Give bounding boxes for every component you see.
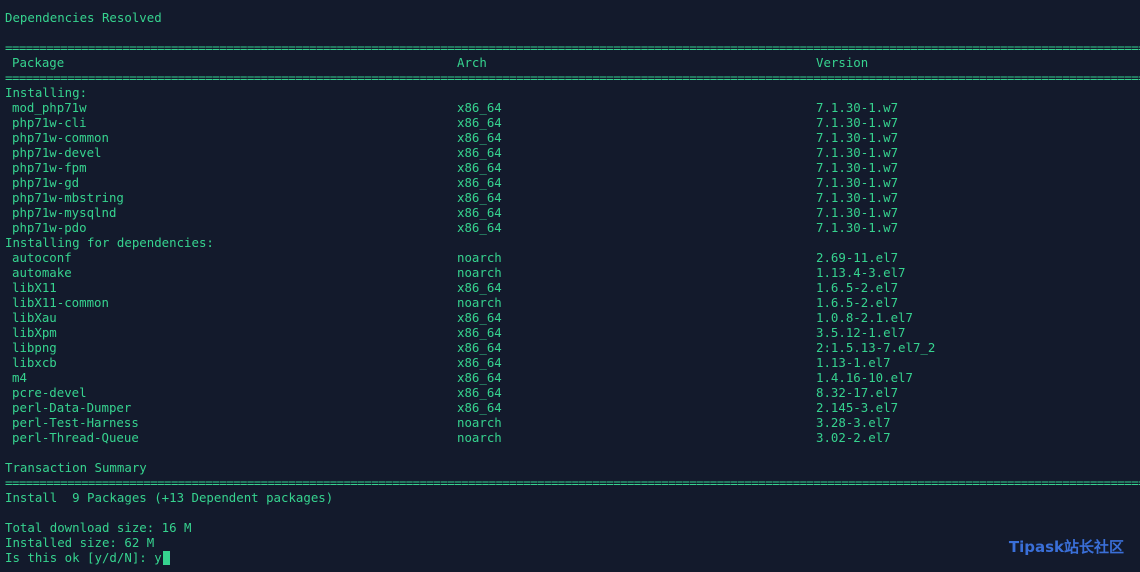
package-arch: noarch — [457, 415, 502, 430]
package-version: 8.32-17.el7 — [816, 385, 899, 400]
package-name: libpng — [12, 340, 57, 355]
package-arch: x86_64 — [457, 400, 502, 415]
package-version: 7.1.30-1.w7 — [816, 205, 899, 220]
package-arch: x86_64 — [457, 280, 502, 295]
package-name: php71w-gd — [12, 175, 80, 190]
package-version: 2:1.5.13-7.el7_2 — [816, 340, 936, 355]
package-name: perl-Data-Dumper — [12, 400, 132, 415]
package-version: 7.1.30-1.w7 — [816, 115, 899, 130]
package-arch: x86_64 — [457, 115, 502, 130]
dependencies-heading: Dependencies Resolved — [5, 10, 162, 25]
package-version: 7.1.30-1.w7 — [816, 130, 899, 145]
package-version: 2.69-11.el7 — [816, 250, 899, 265]
package-version: 7.1.30-1.w7 — [816, 160, 899, 175]
group-label: Installing for dependencies: — [5, 235, 214, 250]
package-arch: x86_64 — [457, 100, 502, 115]
package-version: 2.145-3.el7 — [816, 400, 899, 415]
package-version: 7.1.30-1.w7 — [816, 175, 899, 190]
package-version: 3.5.12-1.el7 — [816, 325, 906, 340]
package-arch: x86_64 — [457, 160, 502, 175]
package-arch: x86_64 — [457, 340, 502, 355]
package-name: php71w-common — [12, 130, 109, 145]
package-version: 3.28-3.el7 — [816, 415, 891, 430]
group-label: Installing: — [5, 85, 88, 100]
package-name: perl-Thread-Queue — [12, 430, 139, 445]
column-header-package: Package — [12, 55, 65, 70]
package-arch: x86_64 — [457, 145, 502, 160]
transaction-summary-heading: Transaction Summary — [5, 460, 147, 475]
package-version: 1.6.5-2.el7 — [816, 280, 899, 295]
package-arch: x86_64 — [457, 385, 502, 400]
rule-top: ========================================… — [5, 40, 1140, 55]
package-name: libX11-common — [12, 295, 109, 310]
package-version: 1.6.5-2.el7 — [816, 295, 899, 310]
confirm-prompt-line[interactable]: Is this ok [y/d/N]: y — [5, 550, 170, 565]
package-arch: noarch — [457, 265, 502, 280]
package-name: php71w-mbstring — [12, 190, 124, 205]
package-name: libX11 — [12, 280, 57, 295]
package-name: automake — [12, 265, 72, 280]
package-name: php71w-devel — [12, 145, 102, 160]
prompt-input[interactable]: y — [154, 550, 161, 565]
installed-size: Installed size: 62 M — [5, 535, 155, 550]
package-version: 3.02-2.el7 — [816, 430, 891, 445]
package-version: 7.1.30-1.w7 — [816, 190, 899, 205]
package-name: libXau — [12, 310, 57, 325]
package-name: m4 — [12, 370, 27, 385]
rule-summary: ========================================… — [5, 475, 1140, 490]
package-arch: x86_64 — [457, 325, 502, 340]
package-version: 1.13-1.el7 — [816, 355, 891, 370]
package-name: perl-Test-Harness — [12, 415, 139, 430]
confirm-prompt: Is this ok [y/d/N]: — [5, 550, 155, 565]
package-arch: x86_64 — [457, 175, 502, 190]
rule-header: ========================================… — [5, 70, 1140, 85]
package-arch: noarch — [457, 295, 502, 310]
package-version: 7.1.30-1.w7 — [816, 145, 899, 160]
package-name: mod_php71w — [12, 100, 87, 115]
package-name: autoconf — [12, 250, 72, 265]
package-version: 1.0.8-2.1.el7 — [816, 310, 913, 325]
package-arch: x86_64 — [457, 190, 502, 205]
package-name: php71w-cli — [12, 115, 87, 130]
package-name: php71w-fpm — [12, 160, 87, 175]
text-cursor — [162, 551, 170, 565]
terminal-window[interactable]: Dependencies Resolved ==================… — [0, 0, 1140, 572]
package-arch: x86_64 — [457, 130, 502, 145]
column-header-arch: Arch — [457, 55, 487, 70]
package-name: libxcb — [12, 355, 57, 370]
package-version: 1.13.4-3.el7 — [816, 265, 906, 280]
watermark-logo: Tipask站长社区 — [1008, 538, 1124, 556]
package-arch: noarch — [457, 430, 502, 445]
package-version: 7.1.30-1.w7 — [816, 220, 899, 235]
package-arch: x86_64 — [457, 310, 502, 325]
package-version: 1.4.16-10.el7 — [816, 370, 913, 385]
package-arch: x86_64 — [457, 355, 502, 370]
package-name: php71w-mysqlnd — [12, 205, 117, 220]
package-arch: x86_64 — [457, 220, 502, 235]
package-name: libXpm — [12, 325, 57, 340]
package-name: php71w-pdo — [12, 220, 87, 235]
total-download-size: Total download size: 16 M — [5, 520, 192, 535]
install-count-line: Install 9 Packages (+13 Dependent packag… — [5, 490, 334, 505]
package-name: pcre-devel — [12, 385, 87, 400]
package-arch: x86_64 — [457, 370, 502, 385]
package-arch: x86_64 — [457, 205, 502, 220]
package-version: 7.1.30-1.w7 — [816, 100, 899, 115]
package-arch: noarch — [457, 250, 502, 265]
column-header-version: Version — [816, 55, 869, 70]
